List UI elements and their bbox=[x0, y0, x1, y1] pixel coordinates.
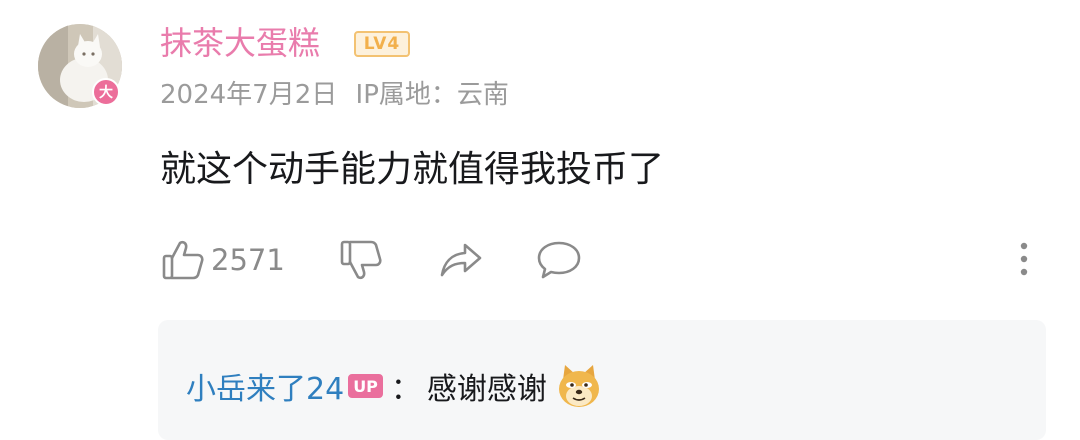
ip-location: IP属地：云南 bbox=[355, 80, 509, 110]
more-vertical-icon[interactable] bbox=[1013, 240, 1035, 280]
reply-line[interactable]: 小岳来了24 UP ： 感谢感谢 bbox=[186, 362, 603, 410]
comment-date: 2024年7月2日 bbox=[160, 80, 338, 110]
like-count: 2571 bbox=[211, 243, 285, 277]
comment-text: 就这个动手能力就值得我投币了 bbox=[160, 149, 665, 190]
reply-username[interactable]: 小岳来了24 bbox=[186, 364, 344, 408]
comment-meta: 2024年7月2日 IP属地：云南 bbox=[160, 78, 519, 112]
comment-icon[interactable] bbox=[535, 238, 583, 282]
share-icon[interactable] bbox=[438, 237, 484, 283]
doge-emoji-icon bbox=[555, 362, 603, 410]
reply-colon: ： bbox=[390, 372, 421, 407]
thumbs-down-icon[interactable] bbox=[338, 237, 384, 283]
comment-username[interactable]: 抹茶大蛋糕 bbox=[160, 22, 320, 64]
reply-text: 感谢感谢 bbox=[426, 372, 547, 407]
thumbs-up-icon[interactable] bbox=[160, 237, 206, 283]
level-badge: LV4 bbox=[354, 31, 410, 57]
vip-badge: 大 bbox=[92, 78, 120, 106]
up-badge: UP bbox=[348, 374, 383, 398]
